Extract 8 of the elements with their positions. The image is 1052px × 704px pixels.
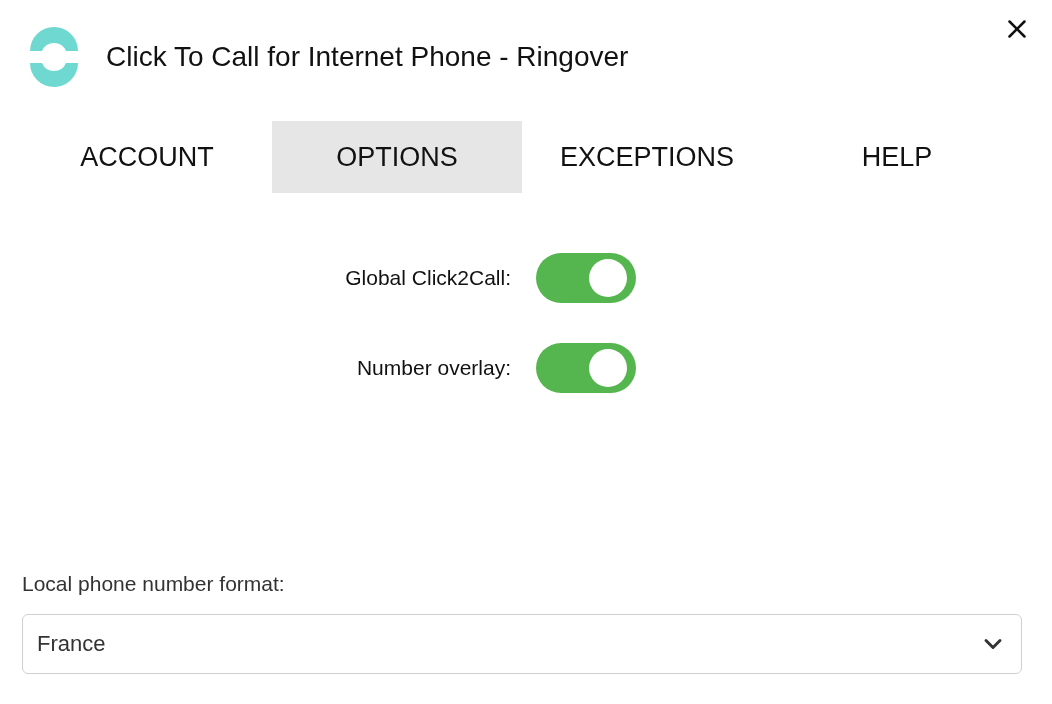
toggle-switch[interactable] xyxy=(536,253,636,303)
window-title: Click To Call for Internet Phone - Ringover xyxy=(106,40,629,74)
country-dropdown[interactable]: France xyxy=(22,613,1022,674)
toggle-switch[interactable] xyxy=(536,343,636,393)
toggle-label: Number overlay: xyxy=(355,355,511,382)
field-label: Local phone number format: xyxy=(22,571,286,597)
tab[interactable]: OPTIONS xyxy=(272,121,522,193)
toggle-label: Global Click2Call: xyxy=(344,265,511,292)
